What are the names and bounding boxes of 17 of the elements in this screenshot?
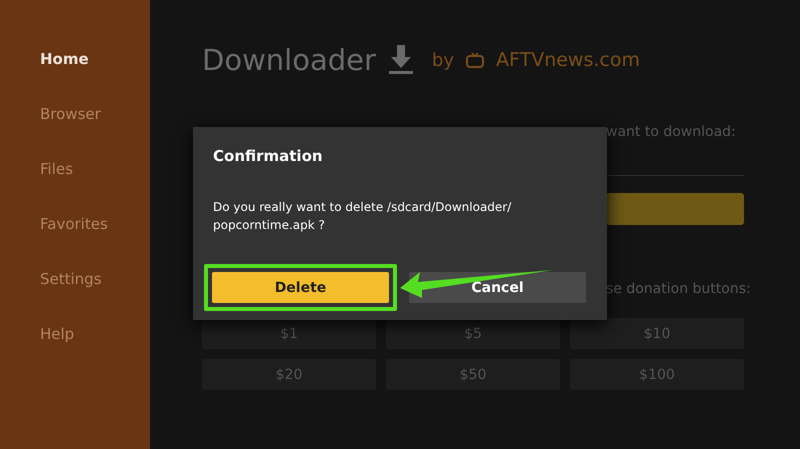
dialog-message: Do you really want to delete /sdcard/Downloader/ popcorntime.apk ? (213, 199, 512, 234)
brand-text: AFTVnews.com (496, 49, 640, 71)
sidebar-item[interactable]: Browser (40, 103, 150, 126)
tv-icon (466, 52, 484, 68)
by-text: by (432, 50, 454, 70)
donation-prompt: se donation buttons: (606, 281, 752, 297)
go-button[interactable] (606, 193, 744, 225)
download-icon (388, 45, 414, 75)
sidebar-item[interactable]: Files (40, 158, 150, 181)
sidebar-item[interactable]: Help (40, 323, 150, 346)
url-prompt: want to download: (606, 124, 737, 140)
sidebar-item[interactable]: Favorites (40, 213, 150, 236)
app-title: Downloader (202, 43, 376, 77)
dialog-title: Confirmation (213, 147, 324, 165)
delete-button[interactable]: Delete (212, 272, 389, 303)
sidebar-item[interactable]: Settings (40, 268, 150, 291)
sidebar-item[interactable]: Home (40, 48, 150, 71)
